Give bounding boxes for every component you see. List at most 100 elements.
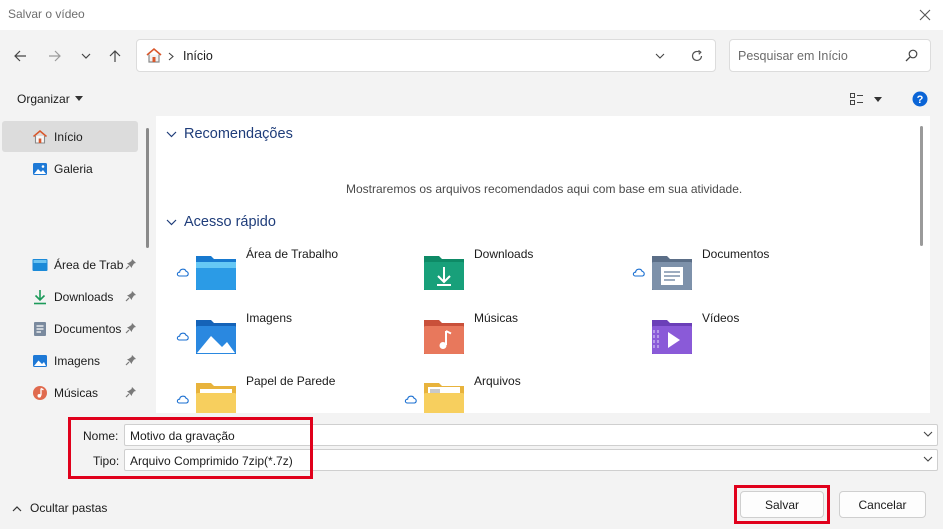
sidebar-item-inicio[interactable]: Início [2,121,138,152]
command-bar: Organizar ? [0,82,943,116]
save-form: Nome: Tipo: Arquivo Comprimido 7zip(*.7z… [0,413,943,529]
close-icon [919,9,931,21]
chevron-up-icon [12,505,22,511]
quick-access-item-musicas[interactable]: Músicas [404,306,624,362]
quick-access-item-label: Músicas [474,311,519,325]
organize-label: Organizar [17,92,70,106]
cancel-button[interactable]: Cancelar [839,491,926,518]
sidebar-item-documentos[interactable]: Documentos [2,313,138,344]
quick-access-item-papel-de-parede[interactable]: Papel de Parede [176,369,396,413]
cloud-icon [176,268,189,277]
navigation-bar: Início [0,30,943,82]
quick-access-item-label: Área de Trabalho [246,247,339,261]
pin-icon [125,355,136,366]
arrow-up-icon [109,50,121,62]
chevron-down-icon [923,431,933,437]
view-options-button[interactable] [848,91,888,109]
quick-access-item-label: Papel de Parede [246,374,336,388]
quick-access-item-documentos[interactable]: Documentos [632,242,852,298]
chevron-down-icon [166,219,177,225]
documents-folder-icon [652,256,692,290]
downloads-folder-icon [424,256,464,290]
desktop-icon [32,259,48,271]
view-details-icon [850,93,863,105]
cloud-icon [632,268,645,277]
sidebar-item-musicas[interactable]: Músicas [2,377,138,408]
recommendations-header[interactable]: Recomendações [166,126,293,142]
documents-icon [34,322,46,336]
cloud-icon [176,395,189,404]
quick-access-item-label: Documentos [702,247,770,261]
recent-locations-button[interactable] [74,44,98,68]
search-icon [905,49,918,62]
recommendations-title: Recomendações [184,126,293,142]
sidebar-item-label: Downloads [54,290,114,304]
pin-icon [125,323,136,334]
sidebar-item-imagens[interactable]: Imagens [2,345,138,376]
home-icon [146,47,162,63]
quick-access-title: Acesso rápido [184,214,276,230]
highlight-box-save [734,485,830,524]
quick-access-item-label: Vídeos [702,311,740,325]
search-input[interactable] [738,47,898,65]
gallery-icon [33,163,47,175]
sidebar-item-label: Músicas [54,386,99,400]
hide-folders-button[interactable]: Ocultar pastas [12,501,107,515]
address-dropdown-icon [655,53,665,59]
quick-access-item-label: Imagens [246,311,293,325]
quick-access-item-downloads[interactable]: Downloads [404,242,624,298]
caret-down-icon [74,96,83,101]
pictures-folder-icon [196,320,236,354]
close-button[interactable] [915,5,935,25]
sidebar-item-area-de-trabalho[interactable]: Área de Trabalho [2,249,138,280]
content-pane: Recomendações Mostraremos os arquivos re… [156,116,930,413]
home-icon [33,130,47,144]
help-button[interactable]: ? [912,91,928,107]
content-scrollbar[interactable] [920,126,923,246]
arrow-left-icon [14,50,26,62]
pin-icon [125,259,136,270]
cloud-icon [404,395,417,404]
pin-icon [125,291,136,302]
quick-access-item-label: Arquivos [474,374,521,388]
chevron-down-icon [923,456,933,462]
quick-access-item-label: Downloads [474,247,534,261]
organize-button[interactable]: Organizar [17,92,83,106]
cloud-icon [176,332,189,341]
quick-access-item-arquivos[interactable]: Arquivos [404,369,624,413]
sidebar-scrollbar[interactable] [146,128,149,248]
up-button[interactable] [103,44,127,68]
sidebar-item-label: Documentos [54,322,122,336]
music-folder-icon [424,320,464,354]
address-bar[interactable]: Início [136,39,716,72]
pin-icon [125,387,136,398]
pictures-icon [33,355,47,367]
quick-access-item-area-de-trabalho[interactable]: Área de Trabalho [176,242,396,298]
sidebar-item-label: Início [54,130,83,144]
sidebar-item-label: Área de Trabalho [54,258,124,272]
chevron-down-icon [166,131,177,137]
download-icon [34,290,46,305]
help-icon: ? [912,91,928,107]
sidebar-item-galeria[interactable]: Galeria [2,153,138,184]
title-bar: Salvar o vídeo [0,0,943,30]
quick-access-item-imagens[interactable]: Imagens [176,306,396,362]
window-title: Salvar o vídeo [8,7,85,21]
navigation-pane: Início Galeria Área de Trabalho Download… [0,116,155,413]
forward-button[interactable] [43,44,67,68]
quick-access-header[interactable]: Acesso rápido [166,214,276,230]
highlight-box-fields [68,417,313,479]
chevron-down-icon [81,53,91,59]
breadcrumb[interactable]: Início [183,49,213,63]
chevron-right-icon [168,52,174,61]
svg-text:?: ? [917,94,924,106]
recommendations-empty-text: Mostraremos os arquivos recomendados aqu… [346,182,743,196]
music-icon [33,386,47,400]
videos-folder-icon [652,320,692,354]
search-box[interactable] [729,39,931,72]
quick-access-item-videos[interactable]: Vídeos [632,306,852,362]
sidebar-item-downloads[interactable]: Downloads [2,281,138,312]
folder-icon [424,383,464,413]
back-button[interactable] [8,44,32,68]
sidebar-item-label: Galeria [54,162,93,176]
